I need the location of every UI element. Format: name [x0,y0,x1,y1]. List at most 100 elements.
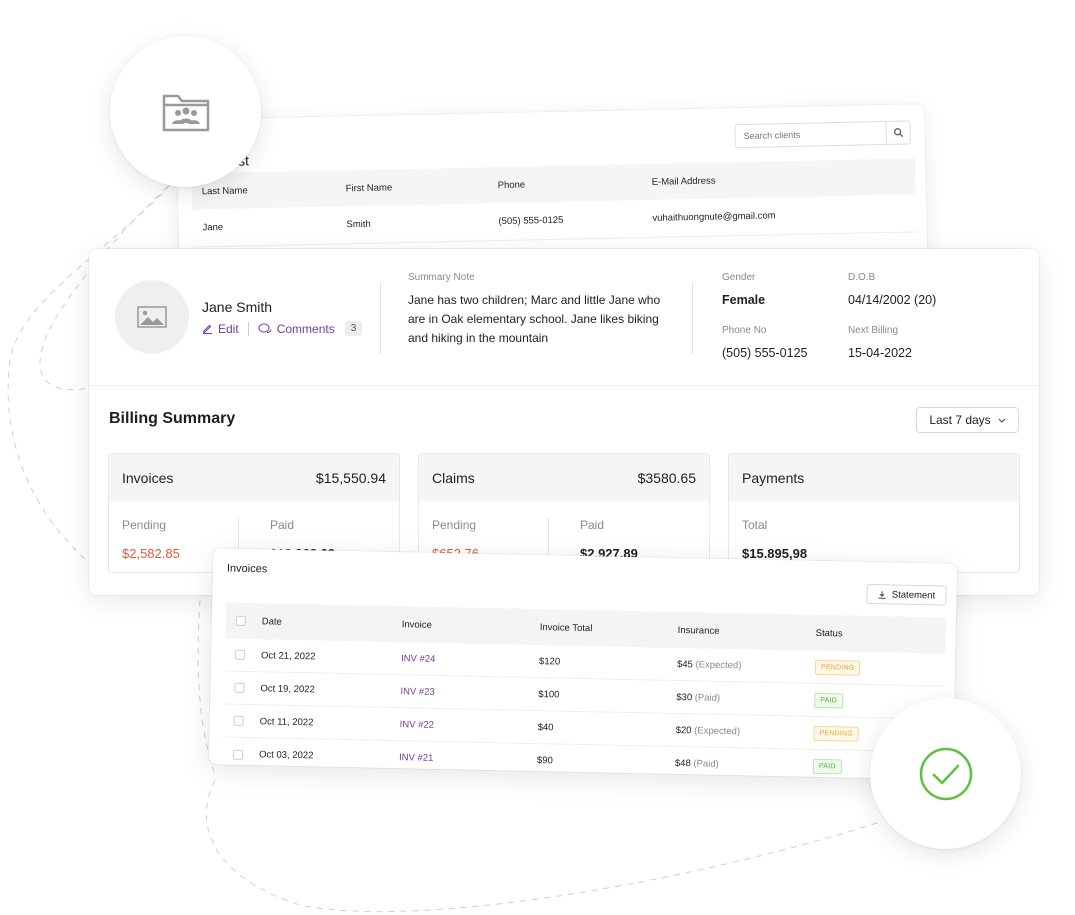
insurance-note: (Paid) [694,691,721,704]
client-folder-circle [110,36,261,187]
stat-card-body: Pending $652.76 Paid $2.927,89 [419,501,709,561]
insurance-note: (Expected) [694,724,741,737]
gender-label: Gender [722,272,756,283]
cell-last-name: Jane [202,221,224,234]
stat-paid: Paid $2.927,89 [548,518,696,561]
col-date[interactable]: Date [262,616,402,630]
avatar[interactable] [115,280,189,354]
edit-label: Edit [218,321,239,336]
phone-value: (505) 555-0125 [722,346,808,360]
client-folder-icon [162,94,209,131]
col-first-name[interactable]: First Name [346,180,498,194]
stat-label: Pending [122,518,167,532]
stat-label: Total [742,518,768,532]
stat-total: $15,550.94 [315,469,386,486]
col-email[interactable]: E-Mail Address [652,171,916,187]
search-input[interactable] [735,121,886,148]
stat-title: Invoices [122,469,174,486]
cell-total: $90 [536,755,553,767]
check-circle-icon [919,747,972,800]
divider [247,321,249,336]
date-range-dropdown[interactable]: Last 7 days [916,407,1019,433]
status-badge: PAID [814,692,844,708]
phone-label: Phone No [722,325,767,336]
stat-card-header: Invoices $15,550.94 [109,454,399,501]
stat-total-col: Total $15.895,98 [742,518,1006,561]
col-status[interactable]: Status [816,627,946,641]
insurance-amount: $20 [675,724,692,736]
success-circle [870,698,1021,849]
date-range-value: Last 7 days [929,413,991,427]
summary-note-label: Summary Note [408,272,475,283]
search-button[interactable] [885,121,910,144]
client-profile-card: Jane Smith Edit Comments 3 Summary Note … [89,249,1039,595]
insurance-note: (Paid) [693,758,719,770]
status-badge: PENDING [814,659,861,676]
cell-total: $120 [538,655,561,668]
invoice-link[interactable]: INV #21 [399,752,434,764]
stat-title: Payments [742,469,805,486]
cell-total: $100 [538,688,560,701]
cell-insurance: $30 (Paid) [676,691,814,705]
stat-total: $3580.65 [637,469,696,486]
cell-date: Oct 11, 2022 [259,715,314,728]
comments-label: Comments [276,321,335,336]
row-checkbox[interactable] [233,715,244,726]
stat-card-header: Payments [729,454,1019,501]
stat-value: $15.895,98 [742,546,808,561]
col-invoice-total[interactable]: Invoice Total [540,622,678,636]
comments-button[interactable]: Comments 3 [258,321,363,336]
cell-email: vuhaithuongnute@gmail.com [652,210,776,224]
invoices-title: Invoices [226,562,268,576]
summary-note-text: Jane has two children; Marc and little J… [408,293,661,345]
col-insurance[interactable]: Insurance [678,624,816,638]
row-checkbox[interactable] [234,682,245,693]
gender-value: Female [722,293,766,307]
row-checkbox[interactable] [235,649,246,660]
chevron-down-icon [998,418,1006,423]
profile-actions: Edit Comments 3 [202,321,363,336]
cell-date: Oct 03, 2022 [258,749,314,762]
cell-date: Oct 19, 2022 [260,682,315,695]
status-badge: PENDING [813,725,860,742]
invoice-link[interactable]: INV #23 [400,686,435,698]
next-billing-value: 15-04-2022 [848,346,912,360]
next-billing-label: Next Billing [848,325,899,336]
section-divider [89,385,1039,386]
invoice-link[interactable]: INV #22 [400,719,435,731]
invoice-link[interactable]: INV #24 [401,653,436,665]
download-icon [878,590,886,599]
stat-label: Pending [432,518,477,532]
insurance-amount: $45 [676,658,693,670]
client-search[interactable] [734,120,911,149]
row-checkbox[interactable] [232,749,244,760]
dob-value: 04/14/2002 (20) [848,293,937,307]
comments-count-badge: 3 [344,321,363,336]
payments-stat-card: Payments Total $15.895,98 [728,453,1020,573]
stat-card-header: Claims $3580.65 [419,454,709,501]
cell-insurance: $45 (Expected) [677,658,815,672]
insurance-note: (Expected) [695,658,742,671]
cell-phone: (505) 555-0125 [498,214,564,228]
stat-label: Paid [580,518,605,532]
stat-title: Claims [432,469,475,486]
stat-label: Paid [270,518,295,532]
statement-label: Statement [891,588,936,601]
cell-insurance: $48 (Paid) [675,758,813,772]
statement-button[interactable]: Statement [866,583,947,606]
insurance-amount: $48 [674,757,691,770]
cell-total: $40 [537,721,554,733]
edit-icon [202,324,212,334]
col-last-name[interactable]: Last Name [192,183,346,197]
client-name: Jane Smith [202,299,273,315]
col-invoice[interactable]: Invoice [402,619,540,633]
image-placeholder-icon [137,306,167,328]
billing-summary-title: Billing Summary [109,410,236,427]
cell-first-name: Smith [346,218,371,231]
divider [692,282,693,354]
edit-button[interactable]: Edit [202,322,239,336]
col-phone[interactable]: Phone [498,176,652,191]
select-all-checkbox[interactable] [235,615,246,626]
dob-label: D.O.B [848,272,876,283]
stat-card-body: Total $15.895,98 [729,501,1019,561]
